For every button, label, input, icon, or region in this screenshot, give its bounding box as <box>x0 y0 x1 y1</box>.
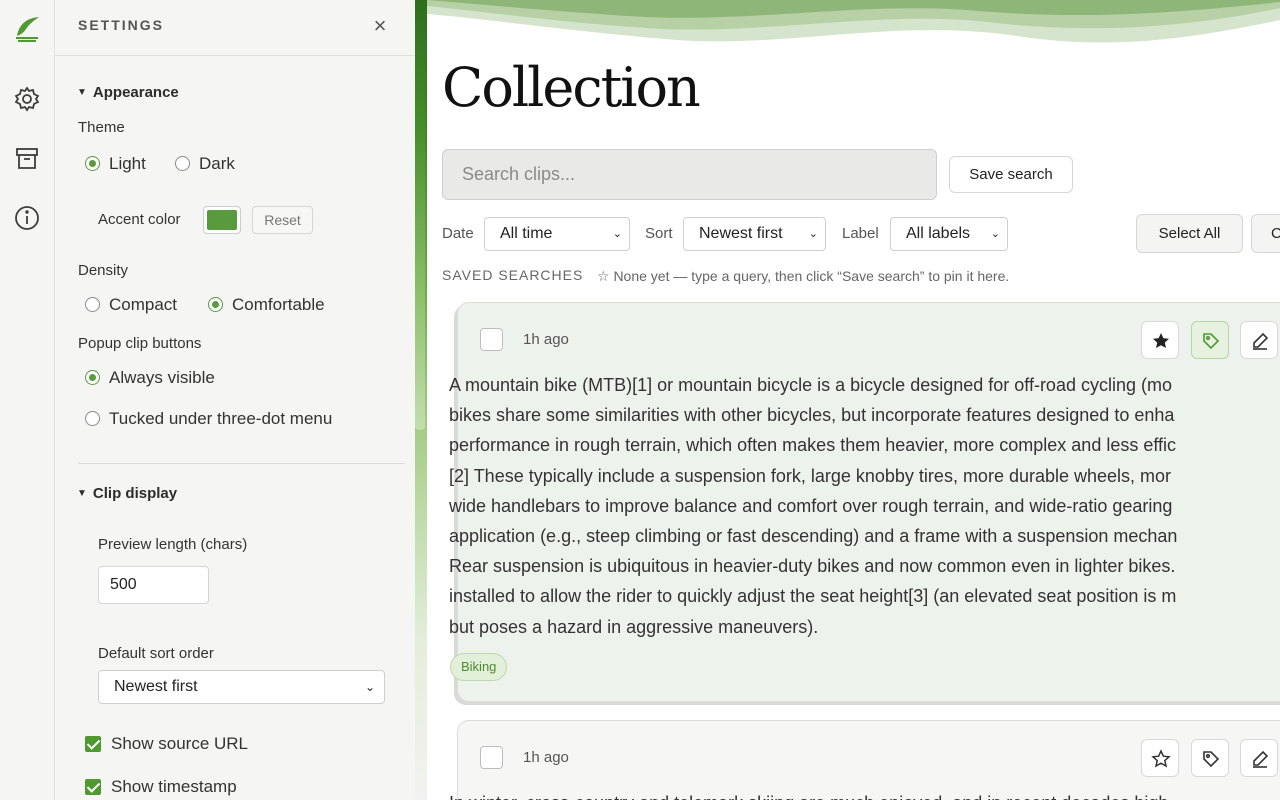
settings-scrollbar[interactable] <box>415 0 425 430</box>
chevron-down-icon: ⌄ <box>808 228 818 240</box>
clip-line: bikes share some similarities with other… <box>449 405 1175 426</box>
edit-button[interactable] <box>1240 321 1278 359</box>
star-outline-icon <box>1151 749 1171 768</box>
info-icon[interactable] <box>13 204 41 232</box>
tag-button[interactable] <box>1191 321 1229 359</box>
main-content: Collection Search clips... Save search D… <box>427 0 1280 800</box>
clear-button[interactable]: C <box>1251 214 1280 253</box>
theme-light-radio[interactable]: Light <box>85 154 146 174</box>
date-filter-value: All time <box>500 225 553 242</box>
label-filter-value: All labels <box>906 225 971 242</box>
sort-filter-label: Sort <box>645 225 673 242</box>
clip-line: application (e.g., steep climbing or fas… <box>449 526 1178 547</box>
preview-length-input[interactable]: 500 <box>98 566 209 604</box>
settings-header: SETTINGS × <box>55 0 415 56</box>
theme-label: Theme <box>78 119 125 136</box>
search-input[interactable]: Search clips... <box>442 149 937 200</box>
default-sort-select[interactable]: Newest first ⌄ <box>98 670 385 704</box>
caret-down-icon: ▼ <box>77 488 87 499</box>
clip-timestamp: 1h ago <box>523 331 569 348</box>
popup-buttons-label: Popup clip buttons <box>78 335 202 352</box>
popup-always-visible-radio[interactable]: Always visible <box>85 368 215 388</box>
clip-line: but poses a hazard in aggressive maneuve… <box>449 616 819 637</box>
preview-length-label: Preview length (chars) <box>98 536 248 553</box>
density-compact-radio[interactable]: Compact <box>85 295 177 315</box>
archive-icon[interactable] <box>13 145 41 173</box>
label-filter-select[interactable]: All labels ⌄ <box>890 217 1008 251</box>
saved-searches-heading: SAVED SEARCHES <box>442 267 584 283</box>
caret-down-icon: ▼ <box>77 87 87 98</box>
popup-tucked-radio[interactable]: Tucked under three-dot menu <box>85 409 332 429</box>
edit-button[interactable] <box>1240 739 1278 777</box>
chevron-down-icon: ⌄ <box>990 228 1000 240</box>
page-title: Collection <box>442 56 701 119</box>
density-label: Density <box>78 262 129 279</box>
sort-filter-value: Newest first <box>699 225 783 242</box>
saved-searches-empty: ☆ None yet — type a query, then click “S… <box>597 268 1010 284</box>
clip-timestamp: 1h ago <box>523 749 569 766</box>
tag-icon <box>1203 751 1220 768</box>
clip-line: installed to allow the rider to quickly … <box>449 586 1177 607</box>
clip-line: A mountain bike (MTB)[1] or mountain bic… <box>449 375 1172 395</box>
clip-select-checkbox[interactable] <box>480 746 503 769</box>
sort-filter-select[interactable]: Newest first ⌄ <box>683 217 826 251</box>
label-tag-biking[interactable]: Biking <box>450 653 508 681</box>
edit-icon <box>1253 332 1269 350</box>
show-timestamp-checkbox[interactable]: Show timestamp <box>85 777 237 797</box>
close-icon[interactable]: × <box>370 14 390 38</box>
tag-icon <box>1203 333 1220 350</box>
clip-line: In winter, cross-country and telemark sk… <box>449 788 1280 800</box>
settings-panel: SETTINGS × ▼ Appearance Theme Light Dark … <box>55 0 415 800</box>
label-filter-label: Label <box>842 225 879 242</box>
theme-dark-radio[interactable]: Dark <box>175 154 235 174</box>
star-button[interactable] <box>1141 321 1179 359</box>
clip-text: A mountain bike (MTB)[1] or mountain bic… <box>449 370 1280 642</box>
edit-icon <box>1253 750 1269 768</box>
appearance-section-toggle[interactable]: ▼ Appearance <box>77 84 179 101</box>
settings-title: SETTINGS <box>78 17 165 33</box>
date-filter-select[interactable]: All time ⌄ <box>484 217 630 251</box>
icon-rail <box>0 0 55 800</box>
app-window: SETTINGS × ▼ Appearance Theme Light Dark … <box>0 0 1280 800</box>
date-filter-label: Date <box>442 225 474 242</box>
clip-line: performance in rough terrain, which ofte… <box>449 435 1177 456</box>
default-sort-label: Default sort order <box>98 645 214 662</box>
default-sort-value: Newest first <box>114 678 198 695</box>
gear-icon[interactable] <box>13 85 41 113</box>
select-all-button[interactable]: Select All <box>1136 214 1243 253</box>
clip-select-checkbox[interactable] <box>480 328 503 351</box>
accent-reset-button[interactable]: Reset <box>252 206 313 234</box>
star-filled-icon <box>1153 333 1169 348</box>
header-waves <box>427 0 1280 43</box>
chevron-down-icon: ⌄ <box>364 680 375 694</box>
show-source-url-checkbox[interactable]: Show source URL <box>85 734 248 754</box>
section-divider <box>78 463 405 464</box>
clip-line: wide handlebars to improve balance and c… <box>449 495 1173 516</box>
clip-text: In winter, cross-country and telemark sk… <box>449 788 1280 800</box>
accent-color-label: Accent color <box>98 211 181 228</box>
star-button[interactable] <box>1141 739 1179 777</box>
accent-color-swatch[interactable] <box>203 206 241 234</box>
chevron-down-icon: ⌄ <box>612 228 622 240</box>
clip-display-section-toggle[interactable]: ▼ Clip display <box>77 485 177 502</box>
tag-button[interactable] <box>1191 739 1229 777</box>
appearance-heading: Appearance <box>92 84 179 101</box>
density-comfortable-radio[interactable]: Comfortable <box>208 295 325 315</box>
logo-leaf-icon[interactable] <box>13 14 41 42</box>
clip-display-heading: Clip display <box>92 485 178 502</box>
clip-line: [2] These typically include a suspension… <box>449 465 1172 486</box>
save-search-button[interactable]: Save search <box>949 156 1073 193</box>
clip-line: Rear suspension is ubiquitous in heavier… <box>449 556 1176 577</box>
